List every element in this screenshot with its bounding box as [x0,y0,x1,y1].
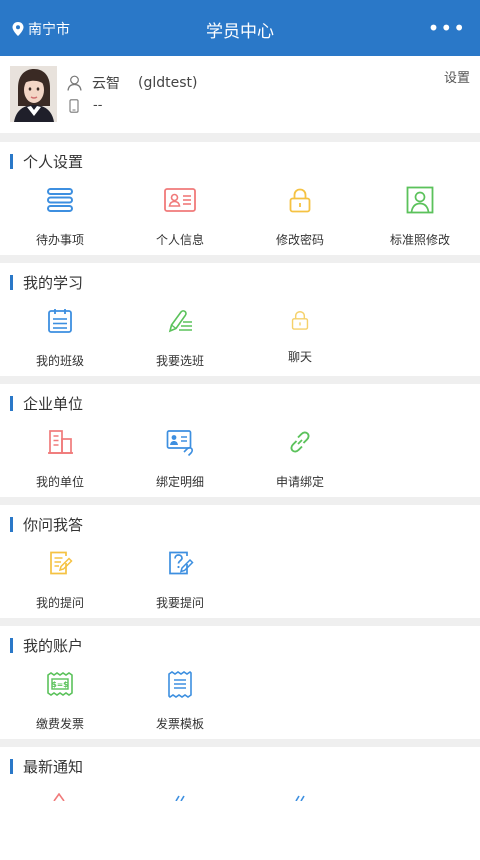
section-title: 个人设置 [10,152,84,171]
section-accent-bar [10,274,13,290]
section-qa: 你问我答 我的提问 我要提问 [0,505,480,618]
section-title: 我的学习 [10,273,84,292]
grid-item-label: 个人信息 [155,233,204,247]
invoice-template-icon [168,670,192,698]
avatar[interactable] [10,66,57,122]
section-my-study: 我的学习 我的班级 我要选班 聊天 [0,263,480,376]
section-personal-settings: 个人设置 待办事项 个人信息 修改密码 标准照修改 [0,142,480,255]
section-latest-notices: 最新通知 [0,747,480,860]
section-accent-bar [10,758,13,774]
grid-item-label: 待办事项 [35,233,84,247]
grid-item-my-class[interactable]: 我的班级 [0,303,120,375]
grid-item-label: 标准照修改 [389,233,450,247]
section-title: 你问我答 [10,515,84,534]
grid-item-label: 我要选班 [155,354,204,368]
phone-icon [69,98,79,113]
list-stack-icon [47,188,73,212]
grid-item-my-unit[interactable]: 我的单位 [0,424,120,496]
section-my-account: 我的账户 $=$ 缴费发票 发票模板 [0,626,480,739]
settings-link[interactable]: 设置 [444,67,470,86]
grid-item-label: 发票模板 [155,717,204,731]
portrait-photo-icon [406,186,434,214]
section-title-label: 你问我答 [23,515,84,534]
more-menu-icon[interactable]: ••• [428,16,466,40]
grid-item-standard-photo[interactable]: 标准照修改 [360,182,480,254]
profile-name-row: 云智 (gldtest) [67,73,197,93]
section-accent-bar [10,395,13,411]
user-login: (gldtest) [138,75,198,91]
id-card-link-icon [166,430,193,456]
top-bar: 南宁市 学员中心 ••• [0,0,480,56]
grid-item-payment-invoice[interactable]: $=$ 缴费发票 [0,666,120,738]
notice-icon-partial [175,795,185,801]
grid-item-my-questions[interactable]: 我的提问 [0,545,120,617]
grid-item-label: 申请绑定 [275,475,324,489]
lock-icon [291,311,309,330]
section-title-label: 企业单位 [23,394,84,413]
pen-write-icon [168,310,192,333]
link-icon [290,431,310,453]
user-icon [67,75,82,91]
section-title-label: 个人设置 [23,152,84,171]
section-accent-bar [10,153,13,169]
grid-item-change-password[interactable]: 修改密码 [240,182,360,254]
section-accent-bar [10,637,13,653]
grid-item-label: 我的班级 [35,354,84,368]
section-title-label: 最新通知 [23,757,84,776]
grid-item-todo[interactable]: 待办事项 [0,182,120,254]
page-title: 学员中心 [206,22,274,42]
svg-text:$=$: $=$ [52,680,69,689]
note-edit-icon [50,551,73,575]
grid-item-label: 我要提问 [155,596,204,610]
id-card-icon [164,188,196,212]
grid-item-ask-question[interactable]: 我要提问 [120,545,240,617]
profile-phone-row: -- [67,98,102,113]
calendar-icon [48,309,72,333]
section-title: 我的账户 [10,636,84,655]
question-edit-icon [169,551,194,575]
section-title-label: 我的账户 [23,636,84,655]
grid-item-personal-info[interactable]: 个人信息 [120,182,240,254]
grid-item-label: 聊天 [287,350,312,364]
grid-item-label: 我的提问 [35,596,84,610]
grid-item-label: 绑定明细 [155,475,204,489]
building-icon [48,430,73,454]
section-title-label: 我的学习 [23,273,84,292]
profile-card: 云智 (gldtest) -- 设置 [0,56,480,133]
grid-item-binding-details[interactable]: 绑定明细 [120,424,240,496]
section-enterprise: 企业单位 我的单位 绑定明细 申请绑定 [0,384,480,497]
grid-item-chat[interactable]: 聊天 [240,303,360,375]
section-title: 最新通知 [10,757,84,776]
grid-item-invoice-template[interactable]: 发票模板 [120,666,240,738]
section-accent-bar [10,516,13,532]
notice-icon-partial [295,795,305,801]
section-title: 企业单位 [10,394,84,413]
user-name: 云智 [92,76,120,92]
grid-item-select-class[interactable]: 我要选班 [120,303,240,375]
grid-item-label: 我的单位 [35,475,84,489]
grid-item-apply-binding[interactable]: 申请绑定 [240,424,360,496]
lock-icon [289,188,311,213]
user-phone: -- [93,98,103,113]
grid-item-label: 缴费发票 [35,717,84,731]
grid-item-label: 修改密码 [275,233,324,247]
invoice-money-icon: $=$ [47,672,73,696]
